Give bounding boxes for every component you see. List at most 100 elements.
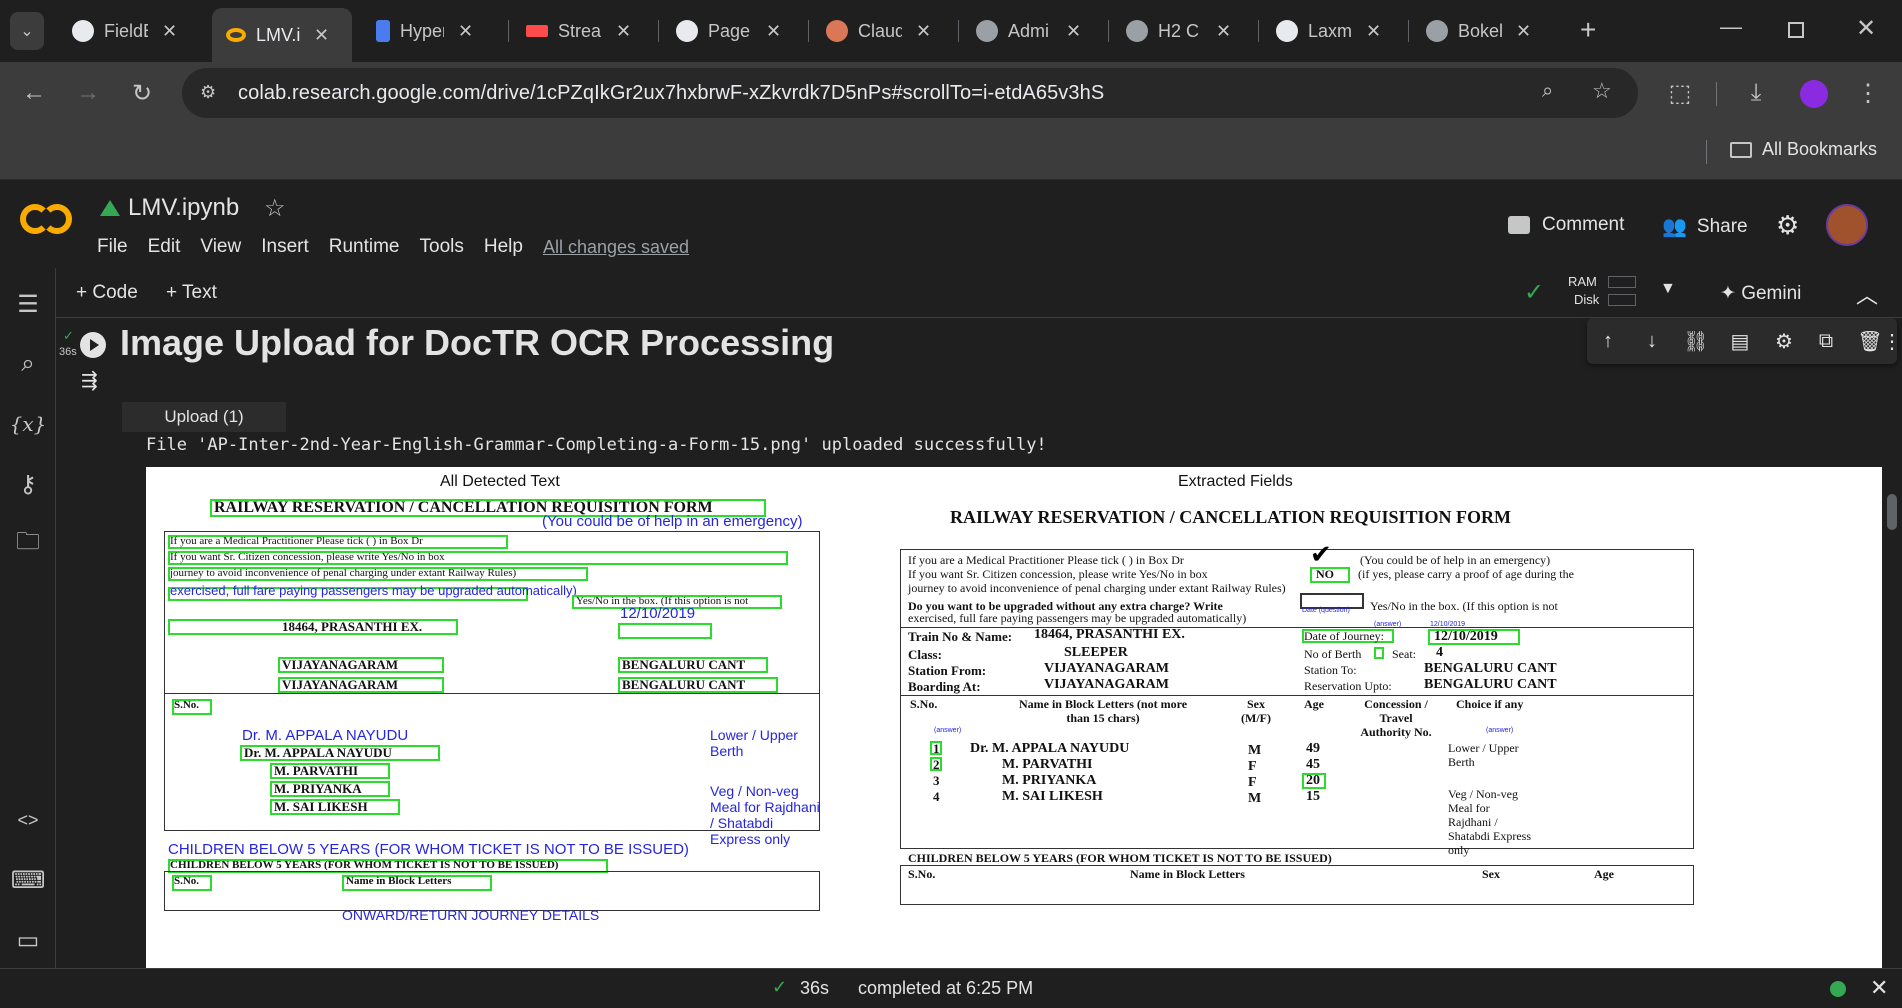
row2-name: M. PARVATHI	[1002, 757, 1093, 772]
link-icon[interactable]: ⛓	[1683, 328, 1709, 354]
output-message: File 'AP-Inter-2nd-Year-English-Grammar-…	[146, 435, 1047, 455]
choice1-text: Lower / Upper Berth	[1448, 741, 1519, 769]
from-label: Station From:	[908, 663, 987, 678]
browser-tab[interactable]: Strear ✕	[512, 10, 652, 52]
profile-avatar[interactable]	[1800, 80, 1828, 108]
menu-help[interactable]: Help	[484, 236, 523, 258]
browser-tab[interactable]: Admi ✕	[962, 10, 1102, 52]
star-notebook-icon[interactable]: ☆	[264, 194, 286, 223]
close-icon[interactable]: ✕	[314, 25, 329, 46]
move-down-icon[interactable]: ↓	[1639, 328, 1665, 354]
address-bar[interactable]: ⚙ colab.research.google.com/drive/1cPZqI…	[182, 68, 1638, 118]
cell-heading: Image Upload for DocTR OCR Processing	[120, 322, 835, 363]
collapse-header-icon[interactable]: ︿	[1856, 278, 1878, 310]
connection-status-dot[interactable]	[1830, 981, 1846, 997]
github-icon	[1276, 20, 1298, 42]
browser-tab[interactable]: Laxm ✕	[1262, 10, 1402, 52]
variables-icon[interactable]: {x}	[10, 408, 47, 440]
all-bookmarks[interactable]: All Bookmarks	[1730, 139, 1877, 160]
menu-runtime[interactable]: Runtime	[329, 236, 400, 258]
close-icon[interactable]: ✕	[1366, 21, 1381, 42]
add-code-button[interactable]: + Code	[76, 282, 138, 304]
reload-icon[interactable]: ↻	[126, 77, 158, 109]
streamlit-icon	[526, 25, 548, 37]
close-icon[interactable]: ✕	[616, 21, 631, 42]
passenger-table-divider	[164, 693, 820, 694]
url-text[interactable]: colab.research.google.com/drive/1cPZqIkG…	[238, 82, 1104, 105]
mirror-cell-icon[interactable]: ⧉	[1813, 328, 1839, 354]
files-folder-icon[interactable]: 🗀	[12, 528, 44, 560]
form-line3c: exercised, full fare paying passengers m…	[908, 611, 1247, 625]
menu-insert[interactable]: Insert	[261, 236, 309, 258]
window-close-icon[interactable]: ✕	[1856, 14, 1876, 43]
secrets-key-icon[interactable]: ⚷	[12, 468, 44, 500]
browser-tab[interactable]: FieldE ✕	[58, 10, 192, 52]
star-icon[interactable]: ☆	[1592, 78, 1612, 104]
extensions-icon[interactable]: ⬚	[1664, 77, 1696, 109]
terminal-icon[interactable]: ▭	[12, 924, 44, 956]
tab-search-button[interactable]: ⌄	[10, 12, 44, 50]
close-icon[interactable]: ✕	[162, 21, 177, 42]
menu-file[interactable]: File	[97, 236, 128, 258]
download-icon[interactable]: ⤓	[1740, 77, 1772, 109]
menu-view[interactable]: View	[200, 236, 241, 258]
close-icon[interactable]: ✕	[766, 21, 781, 42]
close-icon[interactable]: ✕	[1216, 21, 1231, 42]
row2-sex: F	[1248, 759, 1257, 774]
share-button[interactable]: 👥 Share	[1662, 214, 1748, 239]
browser-tab[interactable]: Bokel ✕	[1412, 10, 1552, 52]
detected-row3-name: M. PRIYANKA	[274, 781, 362, 796]
run-cell-button[interactable]	[80, 332, 106, 358]
comment-button[interactable]: Comment	[1508, 214, 1624, 236]
new-tab-icon[interactable]: +	[1580, 14, 1596, 46]
close-icon[interactable]: ✕	[1066, 21, 1081, 42]
folder-icon	[1730, 141, 1752, 158]
search-icon[interactable]: ⌕	[12, 348, 44, 380]
gemini-label: Gemini	[1741, 283, 1802, 304]
colab-logo[interactable]	[20, 202, 78, 238]
browser-tab[interactable]: Page ✕	[662, 10, 802, 52]
menu-edit[interactable]: Edit	[148, 236, 181, 258]
add-text-button[interactable]: + Text	[166, 282, 217, 304]
forward-icon[interactable]: →	[72, 77, 104, 109]
delete-icon[interactable]: 🗑	[1857, 328, 1883, 354]
browser-tab[interactable]: H2 C ✕	[1112, 10, 1252, 52]
zoom-icon[interactable]: ⌕	[1542, 80, 1553, 103]
more-options-icon[interactable]: ⋮	[1882, 328, 1902, 354]
close-icon[interactable]: ✕	[916, 21, 931, 42]
site-info-icon[interactable]: ⚙	[200, 82, 216, 103]
settings-icon[interactable]: ⚙	[1776, 210, 1799, 241]
status-close-icon[interactable]: ✕	[1870, 975, 1888, 1001]
ram-label: RAM	[1568, 274, 1597, 289]
browser-tab[interactable]: Hyper ✕	[362, 10, 502, 52]
browser-menu-icon[interactable]: ⋮	[1852, 77, 1884, 109]
runtime-dropdown-icon[interactable]: ▼	[1660, 280, 1676, 298]
menu-tools[interactable]: Tools	[420, 236, 464, 258]
browser-tab[interactable]: Claud ✕	[812, 10, 952, 52]
resources-indicator[interactable]: RAM Disk	[1568, 272, 1642, 312]
gemini-button[interactable]: ✦ Gemini	[1720, 282, 1801, 305]
notebook-name[interactable]: LMV.ipynb	[128, 194, 239, 222]
row4-age: 15	[1306, 789, 1320, 804]
upload-button[interactable]: Upload (1)	[122, 402, 286, 432]
detected-upto: BENGALURU CANT	[622, 677, 746, 692]
cell-settings-icon[interactable]: ⚙	[1771, 328, 1797, 354]
maximize-icon[interactable]	[1788, 22, 1804, 38]
minimize-icon[interactable]: —	[1720, 14, 1742, 40]
add-comment-icon[interactable]: ▤	[1727, 328, 1753, 354]
browser-tab-active[interactable]: LMV.i ✕	[212, 8, 352, 62]
detected-children-line: CHILDREN BELOW 5 YEARS (FOR WHOM TICKET …	[170, 859, 559, 871]
output-actions-icon[interactable]: ⇶	[81, 368, 98, 393]
vertical-scrollbar[interactable]	[1887, 494, 1897, 530]
header-sex: Sex (M/F)	[1241, 697, 1271, 725]
close-icon[interactable]: ✕	[458, 21, 473, 42]
move-up-icon[interactable]: ↑	[1595, 328, 1621, 354]
save-status[interactable]: All changes saved	[543, 237, 689, 258]
detected-line2d: journey to avoid inconvenience of penal …	[170, 567, 517, 579]
close-icon[interactable]: ✕	[1516, 21, 1531, 42]
command-palette-icon[interactable]: ⌨	[11, 864, 46, 896]
user-avatar[interactable]	[1826, 204, 1868, 246]
code-snippets-icon[interactable]: <>	[12, 804, 44, 836]
back-icon[interactable]: ←	[18, 77, 50, 109]
table-of-contents-icon[interactable]: ☰	[12, 288, 44, 320]
